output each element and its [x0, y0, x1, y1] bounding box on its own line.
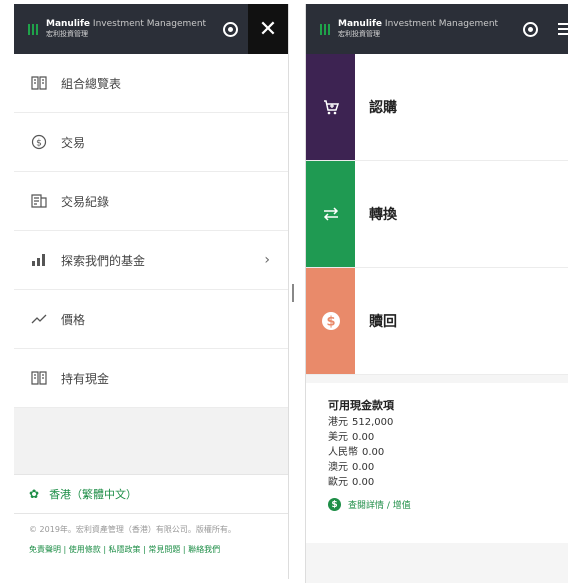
switch-icon [306, 161, 355, 267]
close-menu-button[interactable]: ✕ [248, 4, 288, 54]
amount-value: 0.00 [352, 477, 375, 488]
currency-label: 美元 [328, 432, 348, 443]
brand-name-rest: Investment Management [384, 19, 499, 29]
cash-row: 人民幣 0.00 [328, 445, 568, 460]
bar-chart-icon [31, 252, 47, 268]
trend-icon [31, 311, 47, 327]
subscribe-button[interactable]: 認購 [306, 54, 568, 161]
dollar-circle-icon: $ [328, 498, 341, 511]
currency-label: 人民幣 [328, 447, 358, 458]
brand-name-rest: Investment Management [92, 19, 207, 29]
switch-label: 轉換 [369, 207, 397, 223]
book-icon [31, 75, 47, 91]
copyright-text: © 2019年。宏利資產管理（香港）有限公司。版權所有。 [29, 525, 236, 534]
user-account-icon[interactable] [523, 22, 538, 37]
svg-text:$: $ [326, 315, 335, 330]
user-account-icon[interactable] [223, 22, 238, 37]
menu-item-label: 探索我們的基金 [61, 253, 146, 268]
svg-text:$: $ [36, 139, 42, 149]
language-selector[interactable]: ✿ 香港（繁體中文） [14, 474, 288, 514]
brand-name-bold: Manulife [338, 19, 383, 29]
transaction-panel: Manulife Investment Management 宏利投資管理 認購… [305, 4, 568, 583]
view-transaction-link[interactable]: $ 查閱詳情 / 增值 [328, 498, 568, 511]
switch-button[interactable]: 轉換 [306, 161, 568, 268]
cash-row: 澳元 0.00 [328, 460, 568, 475]
close-icon: ✕ [258, 16, 278, 42]
menu-item-label: 交易紀錄 [61, 194, 110, 209]
language-label: 香港（繁體中文） [49, 488, 138, 501]
brand-logo[interactable]: Manulife Investment Management 宏利投資管理 [46, 19, 206, 39]
amount-value: 512,000 [352, 417, 394, 428]
footer-links[interactable]: 免責聲明 | 使用條款 | 私隱政策 | 常見問題 | 聯絡我們 [29, 544, 274, 555]
footer: © 2019年。宏利資產管理（香港）有限公司。版權所有。 免責聲明 | 使用條款… [14, 514, 288, 579]
main-menu: 組合總覽表 $ 交易 交易紀錄 探索我們的基金 › 價格 持有現金 [14, 54, 288, 408]
manulife-logo-icon [28, 23, 38, 35]
chevron-right-icon: › [264, 252, 270, 268]
cash-title: 可用現金款項 [328, 399, 394, 412]
menu-item-cash-holdings[interactable]: 持有現金 [14, 349, 288, 408]
gear-icon: ✿ [29, 487, 40, 501]
scroll-handle[interactable] [292, 284, 294, 302]
redeem-button[interactable]: $ 贖回 [306, 268, 568, 375]
menu-item-transaction-history[interactable]: 交易紀錄 [14, 172, 288, 231]
menu-item-portfolio-overview[interactable]: 組合總覽表 [14, 54, 288, 113]
cash-row: 美元 0.00 [328, 430, 568, 445]
dollar-circle-icon: $ [306, 268, 355, 374]
currency-label: 港元 [328, 417, 348, 428]
menu-item-transaction[interactable]: $ 交易 [14, 113, 288, 172]
book-icon [31, 370, 47, 386]
subscribe-label: 認購 [369, 100, 397, 116]
hamburger-menu-icon[interactable] [558, 23, 568, 38]
menu-item-label: 持有現金 [61, 371, 110, 386]
brand-name-chinese: 宏利投資管理 [46, 30, 88, 38]
currency-label: 歐元 [328, 477, 348, 488]
redeem-label: 贖回 [369, 314, 397, 330]
currency-label: 澳元 [328, 462, 348, 473]
brand-name-chinese: 宏利投資管理 [338, 30, 380, 38]
menu-item-label: 價格 [61, 312, 86, 327]
cash-row: 港元 512,000 [328, 415, 568, 430]
menu-item-prices[interactable]: 價格 [14, 290, 288, 349]
menu-item-label: 組合總覽表 [61, 76, 122, 91]
amount-value: 0.00 [352, 462, 375, 473]
navigation-menu-panel: Manulife Investment Management 宏利投資管理 ✕ … [14, 4, 289, 579]
dollar-circle-icon: $ [31, 134, 47, 150]
cart-icon [306, 54, 355, 160]
brand-logo[interactable]: Manulife Investment Management 宏利投資管理 [338, 19, 498, 39]
amount-value: 0.00 [362, 447, 385, 458]
menu-item-label: 交易 [61, 135, 86, 150]
app-header: Manulife Investment Management 宏利投資管理 [306, 4, 568, 54]
available-cash-card: 可用現金款項 港元 512,000 美元 0.00 人民幣 0.00 澳元 0.00 歐… [306, 383, 568, 543]
manulife-logo-icon [320, 23, 330, 35]
brand-name-bold: Manulife [46, 19, 91, 29]
document-icon [31, 193, 47, 209]
cash-row: 歐元 0.00 [328, 475, 568, 490]
view-transaction-label: 查閱詳情 / 增值 [348, 501, 411, 511]
amount-value: 0.00 [352, 432, 375, 443]
menu-item-explore-funds[interactable]: 探索我們的基金 › [14, 231, 288, 290]
app-header: Manulife Investment Management 宏利投資管理 ✕ [14, 4, 288, 54]
